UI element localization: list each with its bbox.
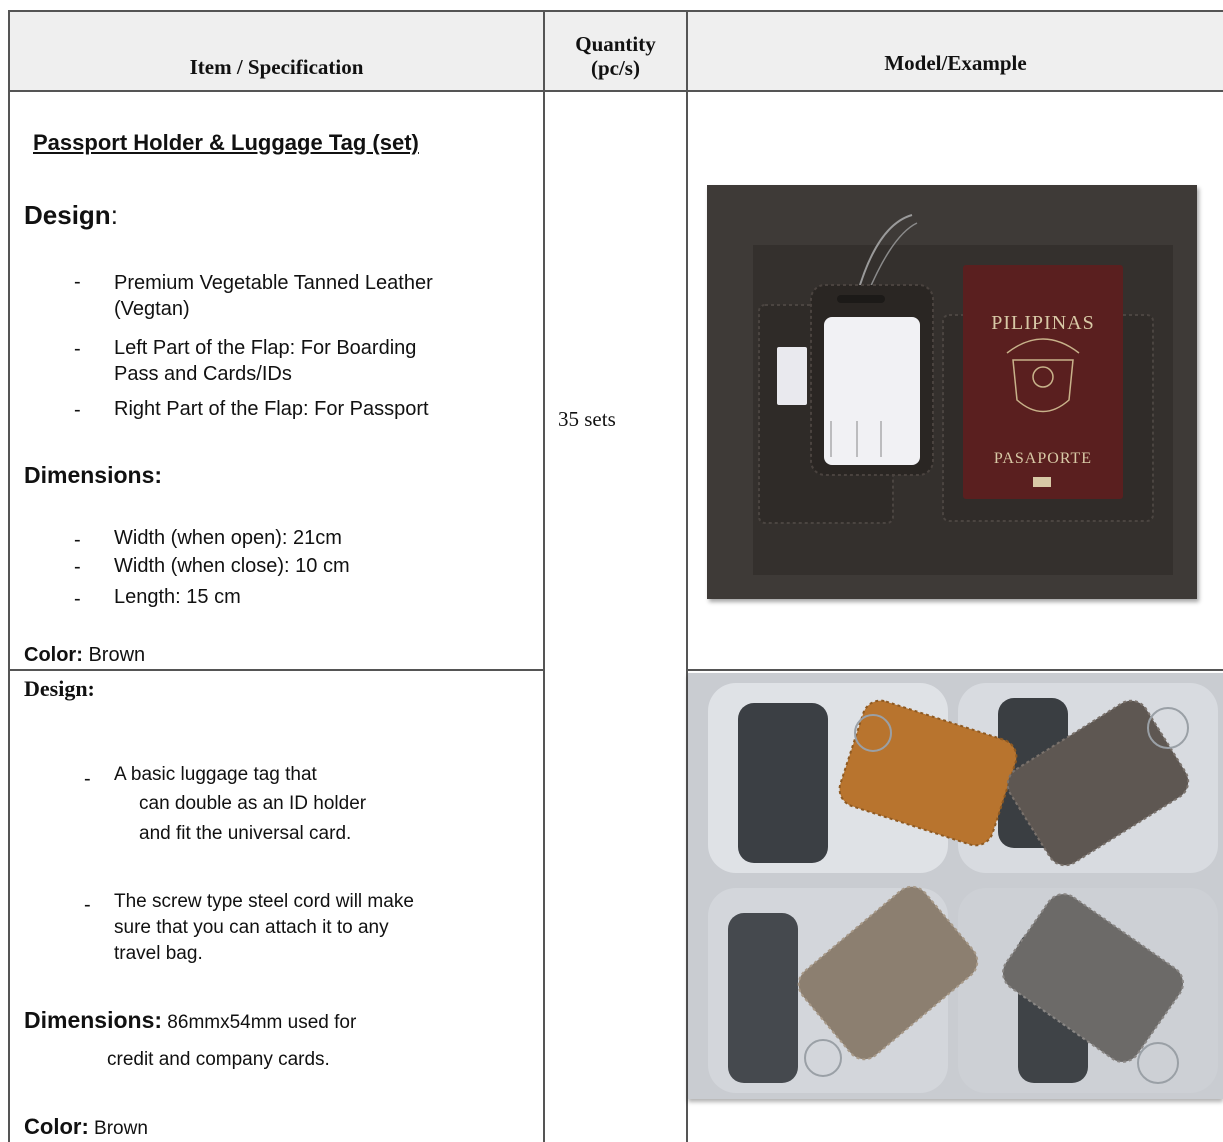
luggage-tags-illustration [688,673,1223,1099]
row1-dim-bullet-3: - [74,588,81,610]
row1-design-heading: Design: [24,200,118,231]
row1-color-value: Brown [82,644,146,666]
row1-design-item-2: Left Part of the Flap: For Boarding [114,337,417,359]
header-quantity-line1: Quantity [575,32,656,56]
row2-design-item-1c: and fit the universal card. [139,823,352,844]
row2-dimensions-value: 86mmx54mm used for [162,1012,357,1033]
row1-dim-bullet-1: - [74,529,81,551]
header-model-label: Model/Example [884,51,1027,75]
row1-dim-item-2: Width (when close): 10 cm [114,555,350,577]
row2-color-label: Color: [24,1114,89,1139]
header-item-spec: Item / Specification [10,12,543,90]
row1-design-item-2b: Pass and Cards/IDs [114,363,292,385]
row1-design-item-3: Right Part of the Flap: For Passport [114,398,429,420]
row1-bottom-border-col3 [686,669,1223,671]
row2-color: Color: Brown [24,1114,148,1140]
row1-design-item-1: Premium Vegetable Tanned Leather [114,272,433,294]
header-quantity-line2: (pc/s) [590,56,640,80]
row1-dim-bullet-2: - [74,556,81,578]
row1-dim-item-3: Length: 15 cm [114,586,241,608]
header-bottom-border [8,90,1223,92]
row1-design-label: Design [24,200,111,230]
row2-dimensions: Dimensions: 86mmx54mm used for [24,1007,356,1034]
row1-color-label: Color: [24,644,83,666]
row1-design-item-1b: (Vegtan) [114,298,190,320]
luggage-tags-photo [688,673,1223,1099]
row1-title: Passport Holder & Luggage Tag (set) [33,130,419,155]
row1-design-colon: : [110,200,118,230]
passport-text-bottom: PASAPORTE [993,450,1093,467]
row2-design-item-1: A basic luggage tag that [114,764,317,785]
row2-bullet-2: - [84,894,91,916]
row2-bullet-1: - [84,768,91,790]
table-left-border [8,10,10,1142]
row2-design-item-2: The screw type steel cord will make [114,891,414,912]
quantity-value: 35 sets [558,407,616,431]
row2-design-item-2c: travel bag. [114,943,203,964]
passport-holder-photo: PILIPINAS PASAPORTE [707,185,1197,599]
row2-design-item-2b: sure that you can attach it to any [114,917,389,938]
row2-dimensions-label: Dimensions: [24,1007,163,1033]
row2-design-heading: Design: [24,676,95,701]
row1-dim-item-1: Width (when open): 21cm [114,527,342,549]
header-model: Model/Example [688,12,1223,90]
row2-dimensions-value-2: credit and company cards. [107,1049,330,1070]
header-quantity: Quantity (pc/s) [545,12,686,90]
row1-bullet-1: - [74,271,81,293]
row2-color-value: Brown [88,1118,148,1139]
header-quantity-wrap: Quantity (pc/s) [575,32,656,80]
row1-dimensions-heading: Dimensions: [24,462,163,488]
col-divider-1 [543,10,545,1142]
passport-holder-illustration [753,214,1173,575]
row1-bullet-2: - [74,338,81,360]
row1-bullet-3: - [74,399,81,421]
row1-bottom-border-col1 [8,669,544,671]
passport-text-top: PILIPINAS [991,312,1095,334]
row2-design-item-1b: can double as an ID holder [139,793,367,814]
row1-color: Color: Brown [24,644,145,667]
header-item-spec-label: Item / Specification [189,55,364,79]
